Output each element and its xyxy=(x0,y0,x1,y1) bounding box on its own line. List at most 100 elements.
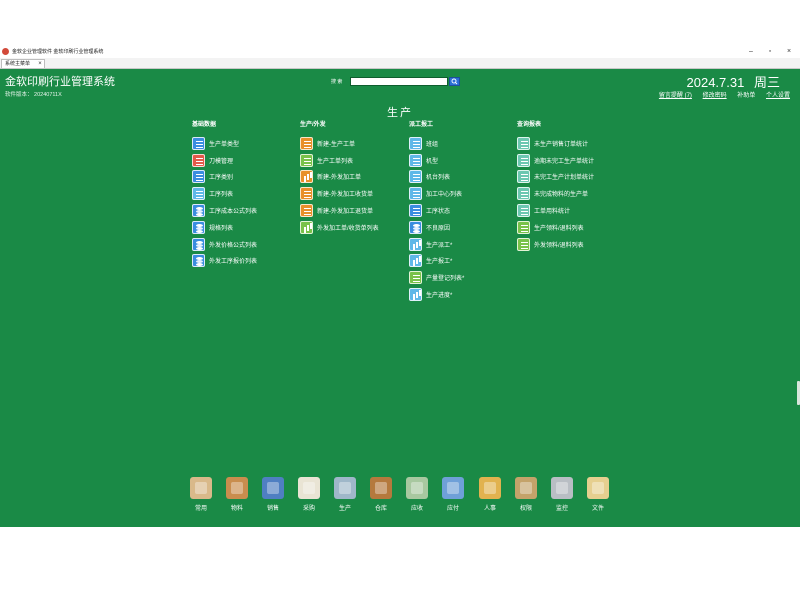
machine-icon xyxy=(409,170,422,184)
dock-item-production[interactable]: 生产 xyxy=(330,477,360,512)
menu-item-label: 生产单类型 xyxy=(209,141,240,148)
maximize-button[interactable]: ▫ xyxy=(763,46,777,58)
menu-item[interactable]: 生产领料/退料列表 xyxy=(517,219,594,236)
sales-chart-icon xyxy=(262,477,284,499)
menu-item[interactable]: 工序列表 xyxy=(192,185,257,202)
menu-item-label: 未生产销售订单统计 xyxy=(534,141,589,148)
column-production-outsource: 生产/外发 新建-生产工单 生产工单列表 新建-外发加工单 新建-外发加工收货单… xyxy=(300,121,379,236)
worker-icon xyxy=(192,187,205,201)
menu-item[interactable]: 生产报工* xyxy=(409,253,464,270)
window-title-bar: 金软企业管理软件 金软印刷行业管理系统 – ▫ × xyxy=(0,46,800,58)
module-dock: 常用 物料 销售 采购 生产 仓库 应收 应付 人事 权限 监控 文件 xyxy=(186,477,616,517)
menu-item-label: 工序成本公式列表 xyxy=(209,209,258,216)
menu-item-label: 新建-外发加工退货单 xyxy=(317,209,373,216)
list-icon xyxy=(192,136,205,150)
menu-item[interactable]: 工序成本公式列表 xyxy=(192,202,257,219)
menu-item[interactable]: 生产工单列表 xyxy=(300,152,379,169)
menu-item[interactable]: 工序类别 xyxy=(192,169,257,186)
chart-icon xyxy=(409,288,422,302)
chart-icon xyxy=(409,254,422,268)
menu-item[interactable]: 工单用料统计 xyxy=(517,202,594,219)
menu-item[interactable]: 规格列表 xyxy=(192,219,257,236)
chart-icon xyxy=(409,237,422,251)
dock-item-hr[interactable]: 人事 xyxy=(475,477,505,512)
dock-label: 仓库 xyxy=(374,506,387,512)
messages-link[interactable]: 留言提醒 (7) xyxy=(659,93,692,99)
database-icon xyxy=(192,237,205,251)
material-icon xyxy=(517,237,530,251)
menu-item[interactable]: 班组 xyxy=(409,135,464,152)
column-heading: 生产/外发 xyxy=(300,122,326,128)
dock-label: 常用 xyxy=(194,506,207,512)
menu-item-label: 未完成物料的生产单 xyxy=(534,192,589,199)
menu-item[interactable]: 刀模管理 xyxy=(192,152,257,169)
window-title: 金软企业管理软件 金软印刷行业管理系统 xyxy=(12,49,104,55)
system-title: 金软印刷行业管理系统 xyxy=(5,76,115,88)
search-button[interactable] xyxy=(449,77,460,86)
date-value: 2024.7.31 xyxy=(686,75,745,90)
minimize-button[interactable]: – xyxy=(744,46,758,58)
map-icon xyxy=(190,477,212,499)
report-icon xyxy=(517,187,530,201)
clipboard-icon xyxy=(298,477,320,499)
tab-main-menu[interactable]: 系统主菜单 × xyxy=(1,59,45,68)
menu-item[interactable]: 新建-生产工单 xyxy=(300,135,379,152)
dock-item-purchase[interactable]: 采购 xyxy=(294,477,324,512)
menu-item[interactable]: 外发加工单/收货单列表 xyxy=(300,219,379,236)
person-icon xyxy=(479,477,501,499)
dock-item-receivable[interactable]: 应收 xyxy=(402,477,432,512)
menu-item[interactable]: 产量登记列表* xyxy=(409,269,464,286)
column-heading: 查询报表 xyxy=(517,122,542,128)
menu-item[interactable]: 不良原因 xyxy=(409,219,464,236)
dock-item-warehouse[interactable]: 仓库 xyxy=(366,477,396,512)
menu-item[interactable]: 工序状态 xyxy=(409,202,464,219)
menu-item-label: 生产进度* xyxy=(426,293,453,300)
order-list-icon xyxy=(300,153,313,167)
dock-item-permission[interactable]: 权限 xyxy=(511,477,541,512)
list-icon xyxy=(409,204,422,218)
menu-item[interactable]: 外发领料/退料列表 xyxy=(517,236,594,253)
menu-item[interactable]: 生产单类型 xyxy=(192,135,257,152)
menu-item[interactable]: 未生产销售订单统计 xyxy=(517,135,594,152)
menu-item-label: 新建-生产工单 xyxy=(317,141,355,148)
column-dispatch-report: 派工报工 班组 机型 机台列表 加工中心列表 工序状态 不良原因 生产派工* 生… xyxy=(409,121,464,303)
dock-item-payable[interactable]: 应付 xyxy=(438,477,468,512)
menu-item-label: 机型 xyxy=(426,158,439,165)
dock-label: 人事 xyxy=(483,506,496,512)
menu-item[interactable]: 未完成物料的生产单 xyxy=(517,185,594,202)
dock-item-monitor[interactable]: 监控 xyxy=(547,477,577,512)
tab-label: 系统主菜单 xyxy=(5,61,31,67)
menu-item-label: 逾期未完工生产单统计 xyxy=(534,158,595,165)
menu-item[interactable]: 加工中心列表 xyxy=(409,185,464,202)
menu-item[interactable]: 新建-外发加工单 xyxy=(300,169,379,186)
dock-item-material[interactable]: 物料 xyxy=(222,477,252,512)
dock-item-common[interactable]: 常用 xyxy=(186,477,216,512)
menu-item[interactable]: 新建-外发加工收货单 xyxy=(300,185,379,202)
menu-item-label: 机台列表 xyxy=(426,175,451,182)
menu-item[interactable]: 逾期未完工生产单统计 xyxy=(517,152,594,169)
menu-item[interactable]: 外发价格公式列表 xyxy=(192,236,257,253)
menu-item[interactable]: 未完工生产计划单统计 xyxy=(517,169,594,186)
close-window-button[interactable]: × xyxy=(782,46,796,58)
personal-settings-link[interactable]: 个人设置 xyxy=(766,93,790,99)
search-icon xyxy=(451,78,458,85)
dock-item-file[interactable]: 文件 xyxy=(583,477,613,512)
column-reports: 查询报表 未生产销售订单统计 逾期未完工生产单统计 未完工生产计划单统计 未完成… xyxy=(517,121,594,253)
crate-icon xyxy=(370,477,392,499)
menu-item[interactable]: 新建-外发加工退货单 xyxy=(300,202,379,219)
team-icon xyxy=(409,136,422,150)
menu-item-label: 外发工序报价列表 xyxy=(209,259,258,266)
search-label: 搜 索 xyxy=(331,79,343,85)
menu-item[interactable]: 外发工序报价列表 xyxy=(192,253,257,270)
tab-close-icon[interactable]: × xyxy=(37,60,43,68)
version-info: 软件版本： 20240711X xyxy=(5,90,62,98)
search-input[interactable] xyxy=(350,77,448,86)
menu-item[interactable]: 生产派工* xyxy=(409,236,464,253)
menu-item[interactable]: 机台列表 xyxy=(409,169,464,186)
menu-item[interactable]: 机型 xyxy=(409,152,464,169)
menu-item[interactable]: 生产进度* xyxy=(409,286,464,303)
change-password-link[interactable]: 修改密码 xyxy=(703,93,727,99)
version-value: 20240711X xyxy=(34,92,62,98)
dock-item-sales[interactable]: 销售 xyxy=(258,477,288,512)
menu-item-label: 规格列表 xyxy=(209,225,234,232)
